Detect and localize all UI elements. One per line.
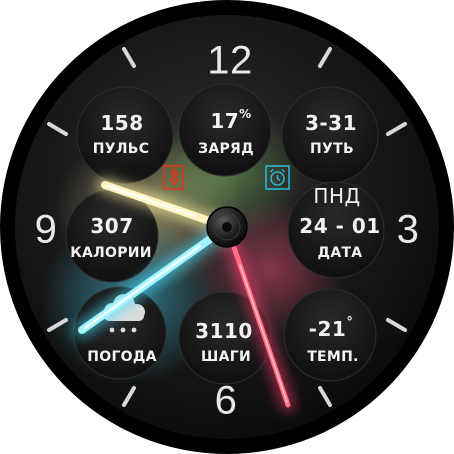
temperature-unit: ° [346,315,354,330]
temperature-value[interactable]: -21° [308,315,354,341]
battery-value[interactable]: 17% [210,107,252,133]
numeral-9: 9 [34,207,58,252]
numeral-3: 3 [396,207,420,252]
calories-label: КАЛОРИИ [70,245,152,261]
subdial-pulse [76,86,174,184]
watch-face: 12 3 6 9 158 ПУЛЬС 17% ЗАРЯД 3-31 ПУТЬ 3… [0,0,454,454]
numeral-12: 12 [207,38,253,83]
battery-label: ЗАРЯД [198,141,254,157]
temperature-number: -21 [308,317,347,341]
steps-label: ШАГИ [201,349,251,365]
distance-label: ПУТЬ [310,141,354,157]
date-label: ДАТА [317,245,363,261]
pulse-value[interactable]: 158 [100,111,143,135]
weather-label[interactable]: ПОГОДА [87,349,157,365]
date-weekday: ПНД [313,184,361,208]
subdial-distance [281,86,379,184]
steps-value[interactable]: 3110 [195,319,253,343]
calories-value[interactable]: 307 [90,214,133,238]
battery-number: 17 [210,109,240,133]
battery-unit: % [239,107,252,121]
numeral-6: 6 [214,378,238,423]
distance-value[interactable]: 3-31 [305,111,357,135]
pulse-label: ПУЛЬС [92,141,150,157]
date-value[interactable]: 24 - 01 [299,214,380,238]
temperature-label: ТЕМП. [307,349,359,365]
